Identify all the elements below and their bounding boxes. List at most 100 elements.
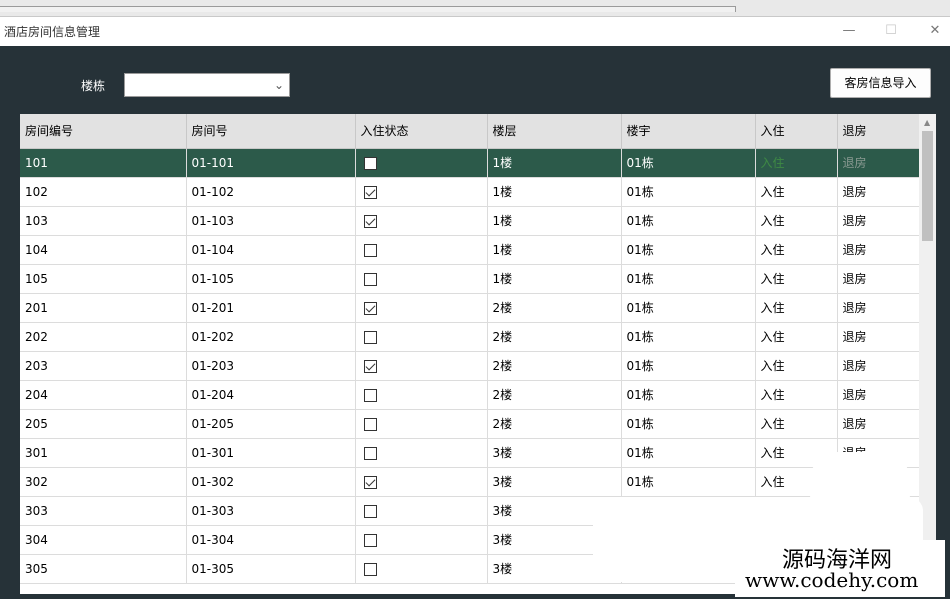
room-id-cell: 202 [20,322,187,352]
occupancy-checkbox[interactable] [363,504,377,518]
table-row[interactable]: 202 01-202 2楼 01栋 入住 退房 [20,322,920,352]
building-cell: 01栋 [621,438,756,468]
checkin-link[interactable]: 入住 [755,235,838,265]
room-number-cell: 01-104 [186,235,356,265]
building-cell: 01栋 [621,148,756,178]
floor-cell: 2楼 [487,380,622,410]
table-row[interactable]: 201 01-201 2楼 01栋 入住 退房 [20,293,920,323]
checkin-link[interactable]: 入住 [755,264,838,294]
table-row[interactable]: 203 01-203 2楼 01栋 入住 退房 [20,351,920,381]
occupancy-checkbox[interactable] [363,388,377,402]
building-cell: 01栋 [621,293,756,323]
room-id-cell: 305 [20,554,187,584]
column-header-room-id[interactable]: 房间编号 [20,114,187,149]
checkout-link[interactable]: 退房 [837,409,920,439]
column-header-checkout[interactable]: 退房 [837,114,920,149]
occupancy-cell[interactable] [355,438,488,468]
occupancy-cell[interactable] [355,525,488,555]
occupancy-cell[interactable] [355,496,488,526]
maximize-button[interactable]: ☐ [880,21,902,41]
checkout-link[interactable]: 退房 [837,177,920,207]
room-number-cell: 01-201 [186,293,356,323]
checkin-link[interactable]: 入住 [755,293,838,323]
occupancy-cell[interactable] [355,148,488,178]
occupancy-checkbox[interactable] [363,272,377,286]
occupancy-checkbox[interactable] [363,475,377,489]
occupancy-cell[interactable] [355,351,488,381]
room-number-cell: 01-101 [186,148,356,178]
building-cell: 01栋 [621,380,756,410]
occupancy-checkbox[interactable] [363,446,377,460]
occupancy-checkbox[interactable] [363,562,377,576]
room-id-cell: 302 [20,467,187,497]
checkout-link[interactable]: 退房 [837,293,920,323]
close-button[interactable]: ✕ [924,21,946,41]
building-cell: 01栋 [621,264,756,294]
room-id-cell: 203 [20,351,187,381]
occupancy-cell[interactable] [355,177,488,207]
checkin-link[interactable]: 入住 [755,409,838,439]
checkin-link[interactable]: 入住 [755,380,838,410]
occupancy-cell[interactable] [355,409,488,439]
column-header-room-number[interactable]: 房间号 [186,114,356,149]
occupancy-cell[interactable] [355,467,488,497]
checkout-link[interactable]: 退房 [837,264,920,294]
checkin-link[interactable]: 入住 [755,351,838,381]
table-row[interactable]: 103 01-103 1楼 01栋 入住 退房 [20,206,920,236]
floor-select[interactable]: ⌄ [124,73,290,97]
occupancy-cell[interactable] [355,322,488,352]
table-row[interactable]: 102 01-102 1楼 01栋 入住 退房 [20,177,920,207]
occupancy-checkbox[interactable] [363,243,377,257]
floor-cell: 1楼 [487,177,622,207]
occupancy-cell[interactable] [355,554,488,584]
occupancy-cell[interactable] [355,293,488,323]
table-row[interactable]: 104 01-104 1楼 01栋 入住 退房 [20,235,920,265]
occupancy-checkbox[interactable] [363,330,377,344]
occupancy-checkbox[interactable] [363,301,377,315]
table-row[interactable]: 105 01-105 1楼 01栋 入住 退房 [20,264,920,294]
column-header-checkin[interactable]: 入住 [755,114,838,149]
floor-label: 楼栋 [81,79,106,93]
occupancy-cell[interactable] [355,206,488,236]
table-row[interactable]: 205 01-205 2楼 01栋 入住 退房 [20,409,920,439]
column-header-floor[interactable]: 楼层 [487,114,622,149]
checkin-link[interactable]: 入住 [755,177,838,207]
scroll-up-icon[interactable]: ▲ [924,118,930,127]
checkout-link[interactable]: 退房 [837,235,920,265]
table-row[interactable]: 30101-3013楼01栋入住退房 [20,438,920,468]
room-number-cell: 01-305 [186,554,356,584]
column-header-building[interactable]: 楼宇 [621,114,756,149]
room-number-cell: 01-102 [186,177,356,207]
room-number-cell: 01-303 [186,496,356,526]
checkout-link[interactable]: 退房 [837,148,920,178]
occupancy-checkbox[interactable] [363,214,377,228]
minimize-button[interactable]: — [838,21,860,41]
occupancy-cell[interactable] [355,264,488,294]
import-room-info-button[interactable]: 客房信息导入 [830,68,931,98]
occupancy-cell[interactable] [355,380,488,410]
occupancy-checkbox[interactable] [363,359,377,373]
occupancy-checkbox[interactable] [363,185,377,199]
floor-cell: 2楼 [487,322,622,352]
checkin-link[interactable]: 入住 [755,148,838,178]
occupancy-checkbox[interactable] [363,156,377,170]
checkout-link[interactable]: 退房 [837,380,920,410]
checkin-link[interactable]: 入住 [755,206,838,236]
floor-cell: 3楼 [487,467,622,497]
occupancy-cell[interactable] [355,235,488,265]
occupancy-checkbox[interactable] [363,417,377,431]
column-header-occupancy[interactable]: 入住状态 [355,114,488,149]
checkout-link[interactable]: 退房 [837,206,920,236]
checkin-link[interactable]: 入住 [755,322,838,352]
occupancy-checkbox[interactable] [363,533,377,547]
room-number-cell: 01-202 [186,322,356,352]
room-id-cell: 105 [20,264,187,294]
scrollbar-thumb[interactable] [922,131,933,241]
building-cell: 01栋 [621,235,756,265]
room-id-cell: 205 [20,409,187,439]
table-row[interactable]: 101 01-101 1楼 01栋 入住 退房 [20,148,920,178]
table-row[interactable]: 204 01-204 2楼 01栋 入住 退房 [20,380,920,410]
table-row[interactable]: 302 01-302 3楼 01栋 入住 [20,467,920,497]
checkout-link[interactable]: 退房 [837,351,920,381]
checkout-link[interactable]: 退房 [837,322,920,352]
